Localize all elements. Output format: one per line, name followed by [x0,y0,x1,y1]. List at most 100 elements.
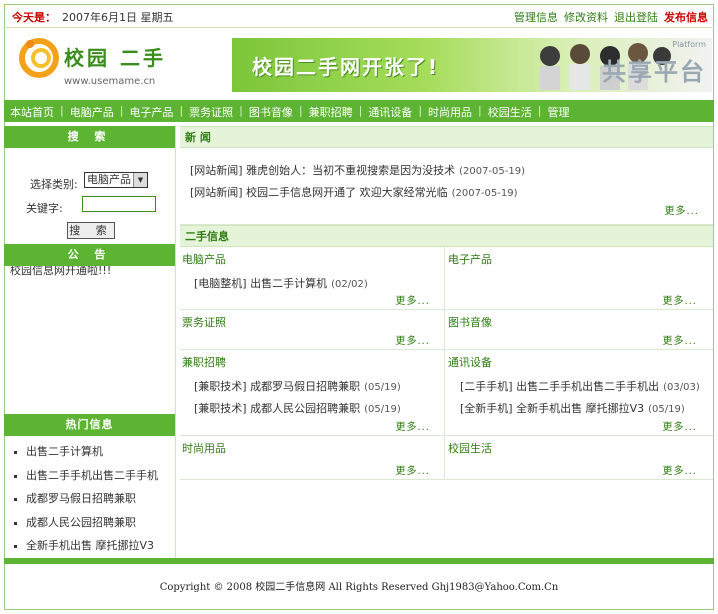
nav-separator: | [60,104,64,117]
category-more-link[interactable]: 更多... [395,292,430,307]
category-label: 选择类别: [30,178,78,191]
news-item-date: (2007-05-19) [459,166,525,177]
nav-separator: | [119,104,124,117]
listing-date: (05/19) [364,382,401,393]
notice-panel: 校园信息网开通啦!!! [4,266,175,414]
top-bar: 今天是： 2007年6月1日 星期五 管理信息 修改资料 退出登陆 发布信息 [4,4,714,28]
listing-item[interactable]: [兼职技术] 成都罗马假日招聘兼职 (05/19) [194,378,401,394]
keyword-input[interactable] [82,196,156,212]
category-title[interactable]: 电子产品 [448,251,492,267]
category-select[interactable]: 电脑产品 ▼ [84,172,148,188]
listing-title: [全新手机] 全新手机出售 摩托挪拉V3 [460,402,645,415]
category-more-link[interactable]: 更多... [395,462,430,477]
nav-item[interactable]: 图书音像 [249,104,293,120]
nav-separator: | [478,104,482,117]
listing-item[interactable]: [全新手机] 全新手机出售 摩托挪拉V3 (05/19) [460,400,685,416]
listing-title: [二手手机] 出售二手手机出售二手手机出 [460,380,660,393]
date-label: 今天是： [12,11,56,24]
hot-info-item[interactable]: 成都人民公园招聘兼职 [4,511,175,535]
watermark-small: Platform [672,40,706,49]
nav-item[interactable]: 时尚用品 [428,104,472,120]
news-item[interactable]: [网站新闻] 校园二手信息网开通了 欢迎大家经常光临 (2007-05-19) [190,184,518,200]
search-heading: 搜 索 [4,126,175,148]
logo-title: 校园 二手 [64,46,166,70]
nav-item[interactable]: 管理 [547,104,569,120]
notice-heading: 公 告 [4,244,175,266]
category-title[interactable]: 票务证照 [182,314,226,330]
category-cell: 图书音像更多... [446,310,713,350]
nav-items: 本站首页 | 电脑产品 | 电子产品 | 票务证照 | 图书音像 | 兼职招聘 | 通讯设备 | 时尚用品 |… [10,104,569,120]
header-banner[interactable]: 校园二手网开张了! Platform 共享平台 [232,38,712,92]
category-more-link[interactable]: 更多... [395,332,430,347]
date-text: 2007年6月1日 星期五 [62,11,174,24]
watermark: 共享平台 [602,58,706,86]
nav-item[interactable]: 通讯设备 [368,104,412,120]
category-title[interactable]: 兼职招聘 [182,354,226,370]
nav-separator: | [239,104,243,117]
left-sidebar: 搜 索 选择类别: 电脑产品 ▼ 关键字: 搜 索 公 告 校园信息网开通啦!!… [4,126,176,558]
category-cell: 票务证照更多... [180,310,445,350]
nav-separator: | [358,104,363,117]
category-more-link[interactable]: 更多... [662,292,697,307]
site-header: 校园 二手 www.usemame.cn 校园二手网开张了! Platform … [4,28,714,100]
category-title[interactable]: 时尚用品 [182,440,226,456]
listing-item[interactable]: [二手手机] 出售二手手机出售二手手机出 (03/03) [460,378,700,394]
news-item[interactable]: [网站新闻] 雅虎创始人：当初不重视搜索是因为没技术 (2007-05-19) [190,162,525,178]
hot-info-item[interactable]: 出售二手手机出售二手手机 [4,464,175,488]
listing-date: (03/03) [663,382,700,393]
listing-item[interactable]: [兼职技术] 成都人民公园招聘兼职 (05/19) [194,400,401,416]
category-title[interactable]: 电脑产品 [182,251,226,267]
banner-text: 校园二手网开张了! [252,55,440,79]
category-title[interactable]: 校园生活 [448,440,492,456]
category-cell: 电脑产品 [电脑整机] 出售二手计算机 (02/02) 更多... [180,247,445,310]
category-title[interactable]: 通讯设备 [448,354,492,370]
nav-item[interactable]: 兼职招聘 [309,104,353,120]
footer-bar [4,558,714,564]
hot-info-item[interactable]: 成都罗马假日招聘兼职 [4,487,175,511]
category-more-link[interactable]: 更多... [662,462,697,477]
nav-separator: | [537,104,542,117]
main-nav: 本站首页 | 电脑产品 | 电子产品 | 票务证照 | 图书音像 | 兼职招聘 | 通讯设备 | 时尚用品 |… [4,100,714,122]
news-item-title: [网站新闻] 雅虎创始人：当初不重视搜索是因为没技术 [190,164,456,177]
listing-item[interactable]: [电脑整机] 出售二手计算机 (02/02) [194,275,368,291]
listing-title: [兼职技术] 成都罗马假日招聘兼职 [194,380,361,393]
main-content: 新 闻 [网站新闻] 雅虎创始人：当初不重视搜索是因为没技术 (2007-05-1… [180,126,713,558]
category-cell: 兼职招聘 [兼职技术] 成都罗马假日招聘兼职 (05/19) [兼职技术] 成都人民公… [180,350,445,436]
logo-swirl-icon [19,38,59,78]
nav-item[interactable]: 票务证照 [189,104,233,120]
nav-separator: | [418,104,423,117]
footer-copyright: Copyright © 2008 校园二手信息网 All Rights Rese… [159,582,559,593]
dropdown-arrow-icon[interactable]: ▼ [133,173,147,187]
manage-info-link[interactable]: 管理信息 [514,9,558,25]
search-button[interactable]: 搜 索 [67,222,115,239]
logo-url: www.usemame.cn [64,76,156,87]
hot-info-item[interactable]: 出售二手计算机 [4,440,175,464]
keyword-label: 关键字: [26,202,63,215]
category-more-link[interactable]: 更多... [662,418,697,433]
category-title[interactable]: 图书音像 [448,314,492,330]
hot-info-item[interactable]: 全新手机出售 摩托挪拉V3 [4,534,175,558]
search-panel: 选择类别: 电脑产品 ▼ 关键字: 搜 索 [4,148,175,244]
publish-info-link[interactable]: 发布信息 [664,9,708,25]
nav-separator: | [298,104,303,117]
category-cell: 通讯设备 [二手手机] 出售二手手机出售二手手机出 (03/03) [全新手机] 全新… [446,350,713,436]
nav-item[interactable]: 电脑产品 [70,104,114,120]
nav-item[interactable]: 本站首页 [10,104,54,120]
hot-info-list: 出售二手计算机 出售二手手机出售二手手机 成都罗马假日招聘兼职 成都人民公园招聘… [4,436,175,558]
site-logo[interactable]: 校园 二手 www.usemame.cn [18,36,178,92]
category-select-value: 电脑产品 [87,173,131,186]
notice-marquee: 校园信息网开通啦!!! [10,266,112,277]
news-more-link[interactable]: 更多... [664,202,699,217]
listing-date: (02/02) [331,279,368,290]
nav-item[interactable]: 电子产品 [129,104,173,120]
news-item-title: [网站新闻] 校园二手信息网开通了 欢迎大家经常光临 [190,186,448,199]
category-cell: 校园生活更多... [446,436,713,480]
logout-link[interactable]: 退出登陆 [614,9,658,25]
listing-date: (05/19) [364,404,401,415]
category-more-link[interactable]: 更多... [662,332,697,347]
secondhand-heading: 二手信息 [180,225,713,247]
secondhand-grid: 电脑产品 [电脑整机] 出售二手计算机 (02/02) 更多... 电子产品 更多... 票… [180,247,713,577]
category-more-link[interactable]: 更多... [395,418,430,433]
nav-item[interactable]: 校园生活 [488,104,532,120]
edit-profile-link[interactable]: 修改资料 [564,9,608,25]
